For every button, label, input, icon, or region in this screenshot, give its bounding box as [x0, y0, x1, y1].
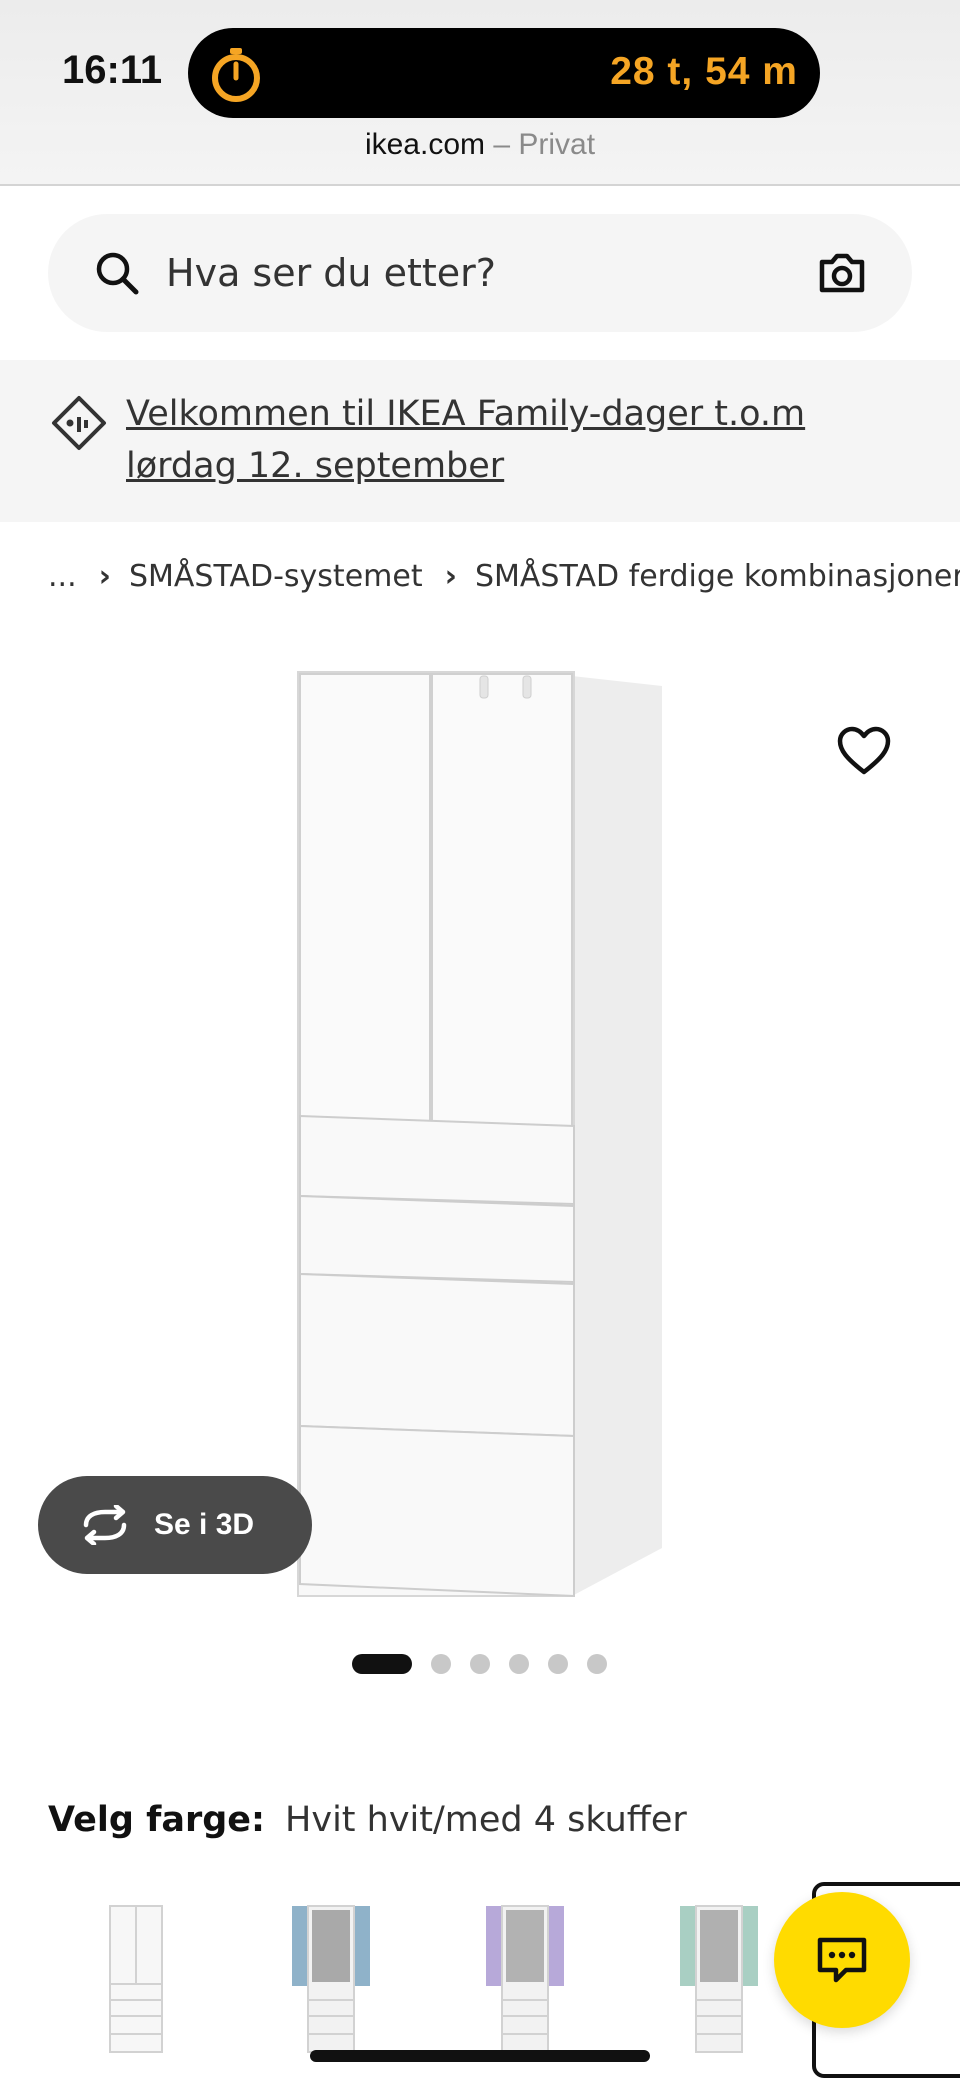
search-bar[interactable] [48, 214, 912, 332]
promo-link[interactable]: Velkommen til IKEA Family-dager t.o.m lø… [126, 388, 906, 492]
search-input[interactable] [166, 214, 726, 332]
breadcrumb-item-more[interactable]: ... [48, 559, 77, 594]
product-image-wardrobe[interactable] [280, 660, 680, 1600]
address-domain: ikea.com [364, 128, 485, 161]
color-swatch-white[interactable] [68, 1900, 208, 2060]
carousel-dot[interactable] [470, 1654, 490, 1674]
heart-icon[interactable] [836, 726, 892, 778]
breadcrumb-item-smastad-system[interactable]: SMÅSTAD-systemet [129, 559, 423, 594]
breadcrumb: ... › SMÅSTAD-systemet › SMÅSTAD ferdige… [48, 552, 960, 600]
color-swatch-mint[interactable] [650, 1900, 790, 2060]
chevron-right-icon: › [98, 558, 111, 594]
chevron-right-icon: › [444, 558, 457, 594]
carousel-pagination [352, 1652, 607, 1676]
color-swatch-blue[interactable] [262, 1900, 402, 2060]
color-label: Velg farge: [48, 1800, 266, 1840]
view-3d-label: Se i 3D [154, 1508, 255, 1541]
carousel-dot[interactable] [431, 1654, 451, 1674]
timer-remaining: 28 t, 54 m [610, 50, 798, 93]
rotate-3d-icon [83, 1505, 127, 1545]
color-swatch-lilac[interactable] [456, 1900, 596, 2060]
chat-icon [817, 1937, 867, 1983]
home-indicator[interactable] [310, 2050, 650, 2062]
carousel-dot-active[interactable] [352, 1654, 412, 1674]
breadcrumb-item-smastad-combinations[interactable]: SMÅSTAD ferdige kombinasjoner [475, 559, 960, 594]
view-3d-button[interactable]: Se i 3D [38, 1476, 312, 1574]
browser-top-bar: 16:11 28 t, 54 m ikea.com – Privat [0, 0, 960, 186]
camera-icon[interactable] [816, 246, 868, 298]
private-mode-label: – Privat [485, 128, 596, 161]
dynamic-island-timer[interactable]: 28 t, 54 m [188, 28, 820, 118]
selected-color-value: Hvit hvit/med 4 skuffer [285, 1800, 687, 1840]
carousel-dot[interactable] [548, 1654, 568, 1674]
stopwatch-icon [212, 48, 260, 102]
address-bar[interactable]: ikea.com – Privat [0, 128, 960, 162]
color-selector: Velg farge: Hvit hvit/med 4 skuffer [48, 1800, 687, 1840]
search-icon[interactable] [92, 248, 142, 298]
chat-button[interactable] [774, 1892, 910, 2028]
promo-banner: Velkommen til IKEA Family-dager t.o.m lø… [0, 360, 960, 522]
status-time: 16:11 [62, 48, 163, 92]
carousel-dot[interactable] [587, 1654, 607, 1674]
tag-icon [52, 396, 106, 450]
carousel-dot[interactable] [509, 1654, 529, 1674]
